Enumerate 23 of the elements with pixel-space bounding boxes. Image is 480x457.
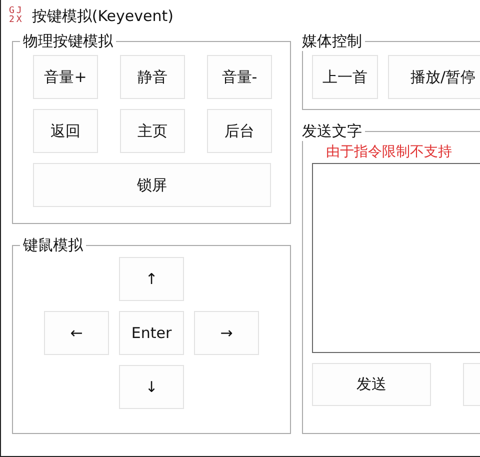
enter-key-button[interactable]: Enter xyxy=(119,311,184,355)
right-key-button[interactable]: → xyxy=(194,311,259,355)
group-title: 键鼠模拟 xyxy=(22,236,84,255)
notice-text: 由于指令限制不支持 xyxy=(325,143,453,161)
key-button[interactable]: 返回 xyxy=(33,109,98,153)
key-button[interactable]: 音量+ xyxy=(33,55,98,99)
key-button[interactable]: 静音 xyxy=(120,55,185,99)
media-button[interactable]: 播放/暂停 xyxy=(388,55,480,99)
group-title: 媒体控制 xyxy=(301,32,363,51)
key-button[interactable]: 后台 xyxy=(207,109,272,153)
left-key-button[interactable]: ← xyxy=(44,311,109,355)
key-button[interactable]: 音量- xyxy=(207,55,272,99)
app-logo: GJ 2X xyxy=(9,7,24,25)
send-button[interactable]: 发送 xyxy=(312,363,431,406)
up-key-button[interactable]: ↑ xyxy=(119,257,184,301)
down-key-button[interactable]: ↓ xyxy=(119,365,184,409)
group-title: 物理按键模拟 xyxy=(22,32,114,51)
text-input-field[interactable] xyxy=(312,163,480,353)
window-title: 按键模拟(Keyevent) xyxy=(32,6,174,26)
lock-screen-button[interactable]: 锁屏 xyxy=(33,163,271,207)
key-button[interactable]: 主页 xyxy=(120,109,185,153)
media-button[interactable]: 上一首 xyxy=(312,55,378,99)
group-title: 发送文字 xyxy=(301,122,363,141)
